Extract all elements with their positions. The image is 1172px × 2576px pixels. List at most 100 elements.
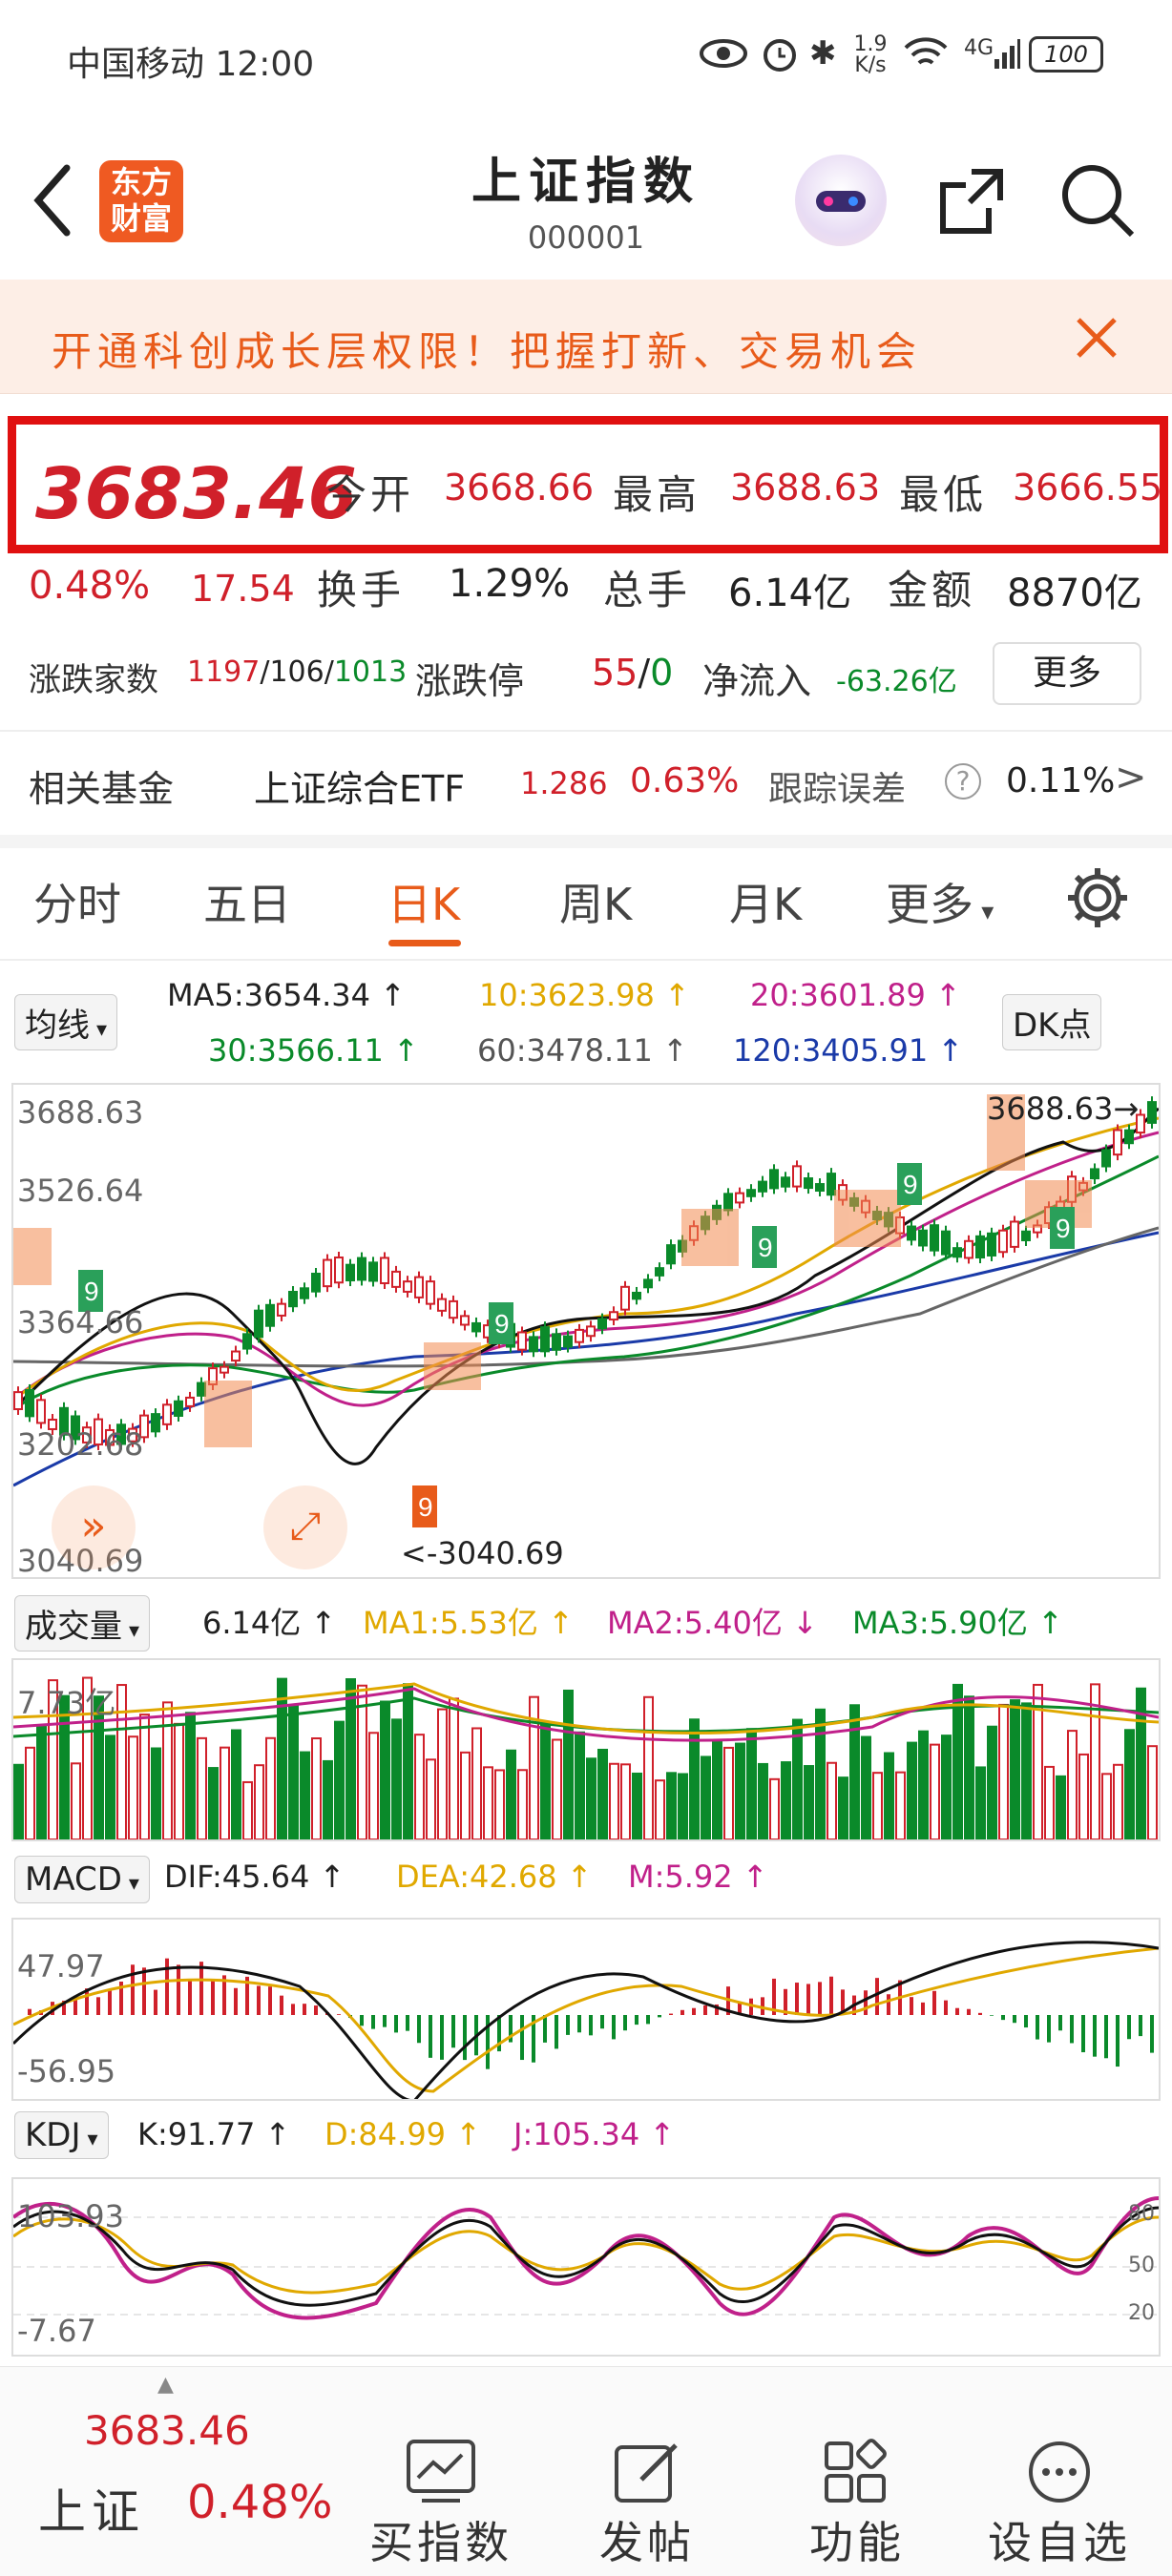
macd-svg — [11, 1941, 1160, 2103]
low-value: 3666.55 — [1013, 467, 1163, 509]
high-value: 3688.63 — [730, 467, 881, 509]
grid-apps-icon — [825, 2439, 887, 2503]
fund-price: 1.286 — [520, 765, 608, 801]
fund-pct: 0.63% — [630, 761, 740, 800]
eye-icon — [700, 39, 747, 68]
kdj-20: 20 — [1128, 2301, 1155, 2325]
stats-row: 0.48% 17.54 换手 1.29% 总手 6.14亿 金额 8870亿 — [0, 558, 1172, 615]
assistant-avatar[interactable] — [795, 155, 887, 246]
kdj-chart[interactable]: 103.93 -7.67 80 50 20 — [11, 2177, 1161, 2357]
ma120-value: 120:3405.91 ↑ — [733, 1032, 964, 1069]
caret-up-icon: ▲ — [157, 2373, 174, 2397]
turnover-label: 换手 — [317, 567, 406, 613]
signal-marks — [13, 1094, 1092, 1447]
vol-y-top: 7.73亿 — [17, 1685, 116, 1721]
expand-left-icon[interactable]: » — [52, 1485, 136, 1569]
bottom-price: 3683.46 — [84, 2407, 250, 2454]
breadth-row: 涨跌家数 1197/106/1013 涨跌停 55/0 净流入 -63.26亿 … — [0, 642, 1172, 705]
tab-weekly-k[interactable]: 周K — [559, 870, 632, 933]
active-tab-indicator — [388, 940, 461, 946]
open-label: 今开 — [326, 471, 415, 518]
tab-daily-k[interactable]: 日K — [387, 870, 460, 933]
stock-code: 000001 — [527, 219, 645, 256]
volume-chart[interactable]: 7.73亿 — [11, 1658, 1161, 1841]
kdj-50: 50 — [1128, 2254, 1155, 2277]
promo-banner[interactable]: 开通科创成长层权限！把握打新、交易机会 — [0, 280, 1172, 394]
tab-more[interactable]: 更多 ▾ — [886, 870, 994, 933]
kline-chart[interactable]: 9 9 9 9 9 9 3688.63 3526.64 3364.66 3202… — [11, 1083, 1161, 1579]
limit-values: 55/0 — [592, 652, 674, 694]
breadth-values: 1197/106/1013 — [187, 655, 408, 689]
share-icon[interactable] — [933, 162, 1010, 239]
change-pct: 0.48% — [29, 564, 151, 608]
bluetooth-icon: ✱ — [809, 34, 837, 73]
related-fund-row[interactable]: 相关基金 上证综合ETF 1.286 0.63% 跟踪误差 ? 0.11% > — [0, 754, 1172, 811]
nine-turn-marks: 9 9 9 9 9 9 — [78, 1163, 1075, 1527]
settings-gear-icon[interactable] — [1064, 864, 1131, 931]
wifi-icon — [904, 37, 948, 65]
macd-y-bottom: -56.95 — [17, 2053, 116, 2089]
bottom-index-name: 上证 — [38, 2484, 145, 2540]
kdj-j: J:105.34 ↑ — [513, 2116, 676, 2152]
fund-label: 相关基金 — [29, 768, 175, 810]
volume-selector[interactable]: 成交量 ▾ — [14, 1595, 151, 1652]
battery-icon: 100 — [1029, 36, 1103, 73]
y-axis-2: 3526.64 — [17, 1173, 144, 1209]
ma-selector[interactable]: 均线 ▾ — [14, 994, 118, 1050]
chart-trend-icon — [407, 2440, 475, 2503]
macd-selector[interactable]: MACD ▾ — [14, 1856, 150, 1903]
low-price-marker: <-3040.69 — [401, 1535, 564, 1571]
macd-m: M:5.92 ↑ — [628, 1859, 768, 1895]
help-icon[interactable]: ? — [945, 763, 981, 800]
breadth-label: 涨跌家数 — [29, 661, 158, 699]
alarm-icon — [764, 39, 796, 72]
chevron-right-icon[interactable]: > — [1115, 756, 1147, 800]
signal-icon — [994, 39, 1020, 69]
bottom-pct: 0.48% — [187, 2476, 333, 2529]
dk-point-button[interactable]: DK点 — [1002, 994, 1102, 1050]
change-value: 17.54 — [191, 568, 295, 610]
svg-text:9: 9 — [1056, 1214, 1071, 1243]
kdj-k: K:91.77 ↑ — [137, 2116, 291, 2152]
close-icon[interactable] — [1075, 316, 1119, 360]
svg-text:9: 9 — [903, 1170, 918, 1199]
last-price: 3683.46 — [35, 453, 358, 535]
y-axis-4: 3202.68 — [17, 1426, 144, 1463]
kdj-selector[interactable]: KDJ ▾ — [14, 2111, 109, 2159]
ma10-value: 10:3623.98 ↑ — [479, 977, 690, 1013]
macd-y-top: 47.97 — [17, 1948, 105, 1984]
fullscreen-icon[interactable]: ⤢ — [263, 1485, 347, 1569]
tracking-error-value: 0.11% — [1006, 761, 1116, 800]
network-type: 4G — [964, 36, 994, 60]
amount-label: 金额 — [888, 567, 976, 613]
svg-text:9: 9 — [494, 1309, 510, 1339]
more-button[interactable]: 更多 — [993, 642, 1141, 705]
eastmoney-logo: 东方 财富 — [99, 160, 183, 242]
ma20-value: 20:3601.89 ↑ — [750, 977, 961, 1013]
kline-svg: 9 9 9 9 9 9 — [11, 1094, 1160, 1527]
high-label: 最高 — [613, 471, 701, 518]
tab-intraday[interactable]: 分时 — [33, 870, 121, 933]
quote-highlight-box: 3683.46 今开 3668.66 最高 3688.63 最低 3666.55 — [8, 416, 1168, 553]
volume-label: 总手 — [603, 567, 692, 613]
search-icon[interactable] — [1057, 160, 1138, 240]
buy-index-button[interactable]: 买指数 — [355, 2438, 527, 2571]
section-gap — [0, 835, 1172, 848]
kdj-80: 80 — [1128, 2202, 1155, 2226]
tab-five-day[interactable]: 五日 — [203, 870, 291, 933]
vol-ma3: MA3:5.90亿 ↑ — [852, 1605, 1063, 1641]
functions-button[interactable]: 功能 — [790, 2438, 924, 2571]
more-dots-icon — [1029, 2441, 1090, 2503]
kdj-d: D:84.99 ↑ — [324, 2116, 482, 2152]
volume-value: 6.14亿 — [728, 571, 852, 615]
post-button[interactable]: 发帖 — [580, 2438, 714, 2571]
carrier-time: 中国移动 12:00 — [67, 45, 315, 84]
banner-text: 开通科创成长层权限！把握打新、交易机会 — [52, 328, 923, 375]
add-favorite-button[interactable]: 设自选 — [973, 2438, 1145, 2571]
back-icon[interactable] — [29, 162, 76, 239]
inflow-label: 净流入 — [702, 660, 812, 702]
divider — [0, 959, 1172, 961]
macd-chart[interactable]: 47.97 -56.95 — [11, 1918, 1161, 2103]
tab-monthly-k[interactable]: 月K — [729, 870, 802, 933]
ma60-value: 60:3478.11 ↑ — [477, 1032, 688, 1069]
